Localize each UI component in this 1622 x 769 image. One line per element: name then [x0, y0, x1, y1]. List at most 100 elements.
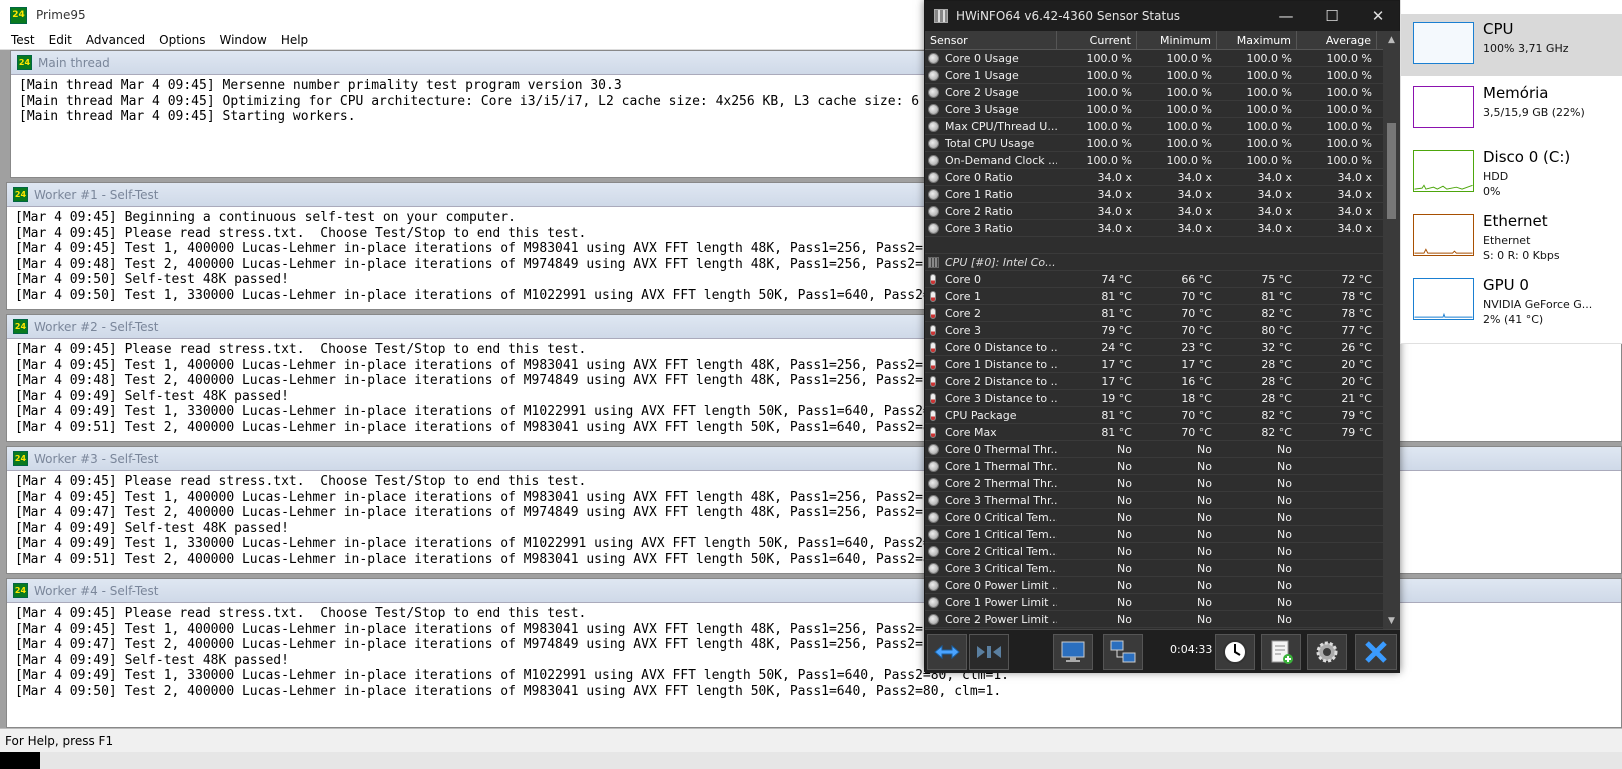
sensor-name: Core 2 [925, 305, 1057, 321]
perf-item-gpu-0[interactable]: GPU 0 NVIDIA GeForce G... 2% (41 °C) [1401, 270, 1622, 332]
sensor-name-text: Core 0 Power Limit ... [945, 578, 1057, 592]
perf-item-mem-ria[interactable]: Memória 3,5/15,9 GB (22%) [1401, 78, 1622, 140]
close-button[interactable]: ✕ [1355, 1, 1401, 31]
sensor-minimum: No [1137, 509, 1217, 525]
sensor-row[interactable]: Core 2 Power Limit ... No No No [925, 611, 1383, 628]
sensor-gauge-icon [928, 171, 939, 183]
sensor-gauge-icon [928, 120, 939, 132]
sensor-row[interactable]: On-Demand Clock ... 100.0 % 100.0 % 100.0 %… [925, 152, 1383, 169]
sensor-row[interactable]: Core 0 Power Limit ... No No No [925, 577, 1383, 594]
perf-item-detail: HDD [1483, 170, 1509, 183]
sensor-row[interactable]: Core 1 Thermal Thr... No No No [925, 458, 1383, 475]
sensor-row[interactable]: Core 1 Ratio 34.0 x 34.0 x 34.0 x 34.0 x [925, 186, 1383, 203]
menu-options[interactable]: Options [152, 33, 212, 47]
sensor-minimum-text: No [1197, 459, 1212, 473]
sensor-maximum-text: 28 °C [1261, 374, 1292, 388]
sensor-row[interactable]: Core 2 Thermal Thr... No No No [925, 475, 1383, 492]
sensor-name-text: Core 1 Ratio [945, 187, 1013, 201]
collapse-button[interactable] [969, 634, 1009, 670]
monitor-button[interactable] [1053, 634, 1093, 670]
sensor-row[interactable]: Core 0 Distance to ... 24 °C 23 °C 32 °C 26 … [925, 339, 1383, 356]
col-header-minimum[interactable]: Minimum [1137, 31, 1217, 49]
maximize-button[interactable]: ☐ [1309, 1, 1355, 31]
scroll-up-icon[interactable]: ▲ [1383, 31, 1400, 48]
sensor-row[interactable]: Core 0 Ratio 34.0 x 34.0 x 34.0 x 34.0 x [925, 169, 1383, 186]
sensor-row[interactable]: CPU Package 81 °C 70 °C 82 °C 79 °C [925, 407, 1383, 424]
sensor-scrollbar[interactable]: ▲ ▼ [1383, 31, 1400, 629]
sensor-row[interactable]: Core 1 Distance to ... 17 °C 17 °C 28 °C 20 … [925, 356, 1383, 373]
sensor-row[interactable]: Core 3 Ratio 34.0 x 34.0 x 34.0 x 34.0 x [925, 220, 1383, 237]
sensor-row[interactable]: Core 0 Usage 100.0 % 100.0 % 100.0 % 100.0 % [925, 50, 1383, 67]
sensor-average-text: 100.0 % [1326, 51, 1372, 65]
sensor-current: 17 °C [1057, 373, 1137, 389]
sensor-name: Core 3 Ratio [925, 220, 1057, 236]
perf-item-name: GPU 0 [1483, 276, 1529, 294]
sensor-group-row[interactable]: CPU [#0]: Intel Co... [925, 254, 1383, 271]
sensor-row[interactable]: Core 1 Critical Tem... No No No [925, 526, 1383, 543]
sensor-row[interactable]: Core 2 Usage 100.0 % 100.0 % 100.0 % 100.0 % [925, 84, 1383, 101]
sensor-name-text: Core 1 Thermal Thr... [945, 459, 1057, 473]
sensor-average: 100.0 % [1297, 135, 1377, 151]
sensor-row[interactable]: Core 2 81 °C 70 °C 82 °C 78 °C [925, 305, 1383, 322]
menu-test[interactable]: Test [4, 33, 42, 47]
menu-advanced[interactable]: Advanced [79, 33, 152, 47]
expand-button[interactable] [927, 634, 967, 670]
thermometer-icon [930, 290, 936, 302]
sensor-row[interactable]: Core 2 Critical Tem... No No No [925, 543, 1383, 560]
perf-item-cpu[interactable]: CPU 100% 3,71 GHz [1401, 14, 1622, 76]
menu-help[interactable]: Help [274, 33, 315, 47]
sensor-row[interactable]: Total CPU Usage 100.0 % 100.0 % 100.0 % 100.… [925, 135, 1383, 152]
sensor-maximum-text: 34.0 x [1257, 204, 1293, 218]
sensor-maximum-text: No [1277, 527, 1292, 541]
scroll-down-icon[interactable]: ▼ [1383, 612, 1400, 629]
thermometer-icon [930, 324, 936, 336]
sensor-average [1297, 543, 1377, 559]
taskbar-strip [0, 752, 1622, 769]
perf-item-disco-0-c[interactable]: Disco 0 (C:) HDD 0% [1401, 142, 1622, 204]
sensor-row[interactable]: Core 0 74 °C 66 °C 75 °C 72 °C [925, 271, 1383, 288]
sensor-gauge-icon [928, 477, 939, 489]
sensor-row[interactable]: Core 3 79 °C 70 °C 80 °C 77 °C [925, 322, 1383, 339]
clock-button[interactable] [1215, 634, 1255, 670]
sensor-row[interactable]: Core 1 Usage 100.0 % 100.0 % 100.0 % 100.0 % [925, 67, 1383, 84]
sensor-average-text: 72 °C [1341, 272, 1372, 286]
sensor-row[interactable]: Core 2 Distance to ... 17 °C 16 °C 28 °C 20 … [925, 373, 1383, 390]
sensor-average [1297, 526, 1377, 542]
perf-item-ethernet[interactable]: Ethernet Ethernet S: 0 R: 0 Kbps [1401, 206, 1622, 268]
sensor-row[interactable]: Core 1 Power Limit ... No No No [925, 594, 1383, 611]
minimize-button[interactable]: — [1263, 1, 1309, 31]
sensor-row[interactable] [925, 237, 1383, 254]
menu-window[interactable]: Window [212, 33, 273, 47]
col-header-average[interactable]: Average [1297, 31, 1377, 49]
sensor-current: 100.0 % [1057, 118, 1137, 134]
report-button[interactable] [1261, 634, 1301, 670]
sensor-row[interactable]: Core 3 Usage 100.0 % 100.0 % 100.0 % 100.0 % [925, 101, 1383, 118]
sensor-row[interactable]: Core 2 Ratio 34.0 x 34.0 x 34.0 x 34.0 x [925, 203, 1383, 220]
sensor-name-text: Max CPU/Thread U... [945, 119, 1057, 133]
sensor-minimum-text: No [1197, 544, 1212, 558]
sensor-average [1297, 458, 1377, 474]
mdi-title: Worker #4 - Self-Test [34, 583, 159, 598]
sensor-current: 74 °C [1057, 271, 1137, 287]
sensor-row[interactable]: Core 3 Thermal Thr... No No No [925, 492, 1383, 509]
col-header-current[interactable]: Current [1057, 31, 1137, 49]
sensor-row[interactable]: Core 0 Critical Tem... No No No [925, 509, 1383, 526]
sensor-row[interactable]: Core 3 Distance to ... 19 °C 18 °C 28 °C 21 … [925, 390, 1383, 407]
sensor-name: Core 2 Thermal Thr... [925, 475, 1057, 491]
exit-button[interactable] [1355, 634, 1397, 670]
col-header-maximum[interactable]: Maximum [1217, 31, 1297, 49]
menu-edit[interactable]: Edit [42, 33, 79, 47]
scroll-thumb[interactable] [1387, 123, 1396, 219]
sensor-row[interactable]: Core 0 Thermal Thr... No No No [925, 441, 1383, 458]
sensor-row[interactable]: Core 3 Critical Tem... No No No [925, 560, 1383, 577]
settings-button[interactable] [1307, 634, 1347, 670]
sensor-row[interactable]: Core Max 81 °C 70 °C 82 °C 79 °C [925, 424, 1383, 441]
sensor-current: 100.0 % [1057, 50, 1137, 66]
perf-item-name: CPU [1483, 20, 1514, 38]
network-button[interactable] [1103, 634, 1143, 670]
sensor-name-text: Core 3 Usage [945, 102, 1019, 116]
sensor-row[interactable]: Max CPU/Thread U... 100.0 % 100.0 % 100.0 %… [925, 118, 1383, 135]
col-header-sensor[interactable]: Sensor [925, 31, 1057, 49]
sensor-row[interactable]: Core 1 81 °C 70 °C 81 °C 78 °C [925, 288, 1383, 305]
sensor-current-text: 34.0 x [1097, 204, 1133, 218]
